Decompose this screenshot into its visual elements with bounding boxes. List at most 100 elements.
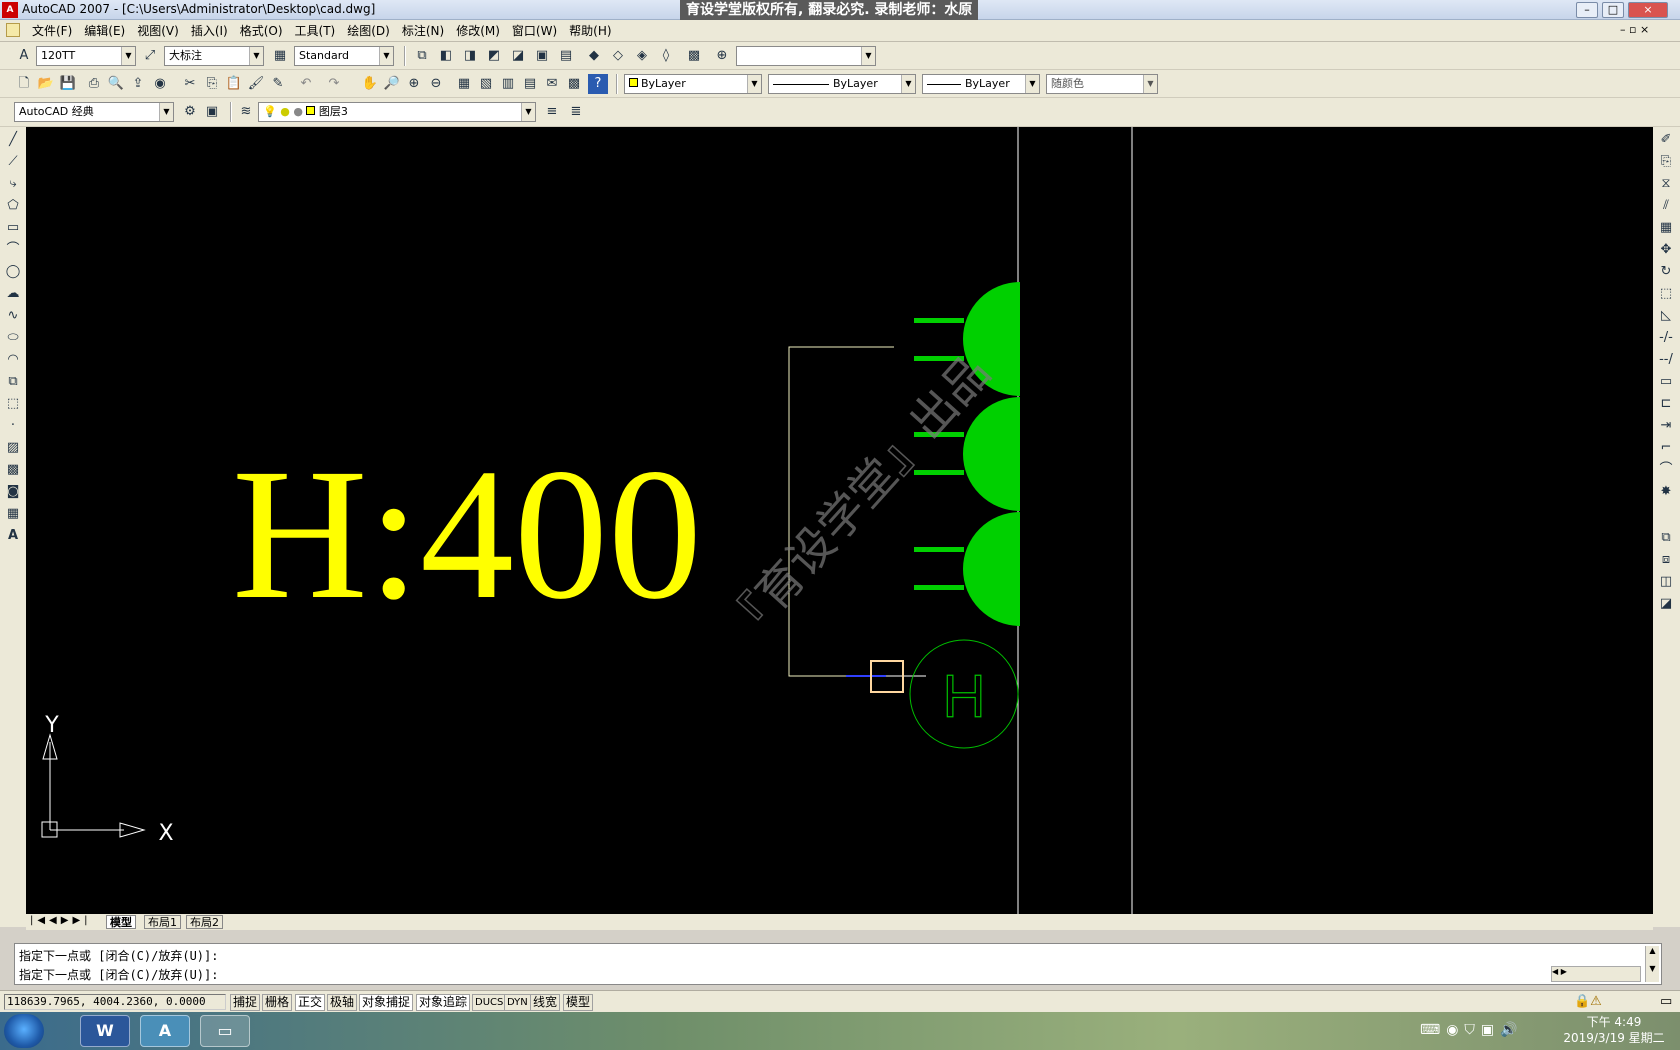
menu-file[interactable]: 文件(F) xyxy=(26,23,78,39)
nw-iso-icon[interactable]: ◊ xyxy=(656,46,676,66)
insert-block-icon[interactable]: ⧉ xyxy=(2,371,24,393)
mirror-icon[interactable]: ⧖ xyxy=(1655,173,1677,195)
menu-edit[interactable]: 编辑(E) xyxy=(78,23,131,39)
document-icon[interactable] xyxy=(6,23,20,37)
dyn-toggle[interactable]: DYN xyxy=(504,994,531,1011)
lineweight-select[interactable]: ByLayer ▼ xyxy=(922,74,1040,94)
markup-icon[interactable]: ✉ xyxy=(542,74,562,94)
ne-iso-icon[interactable]: ◈ xyxy=(632,46,652,66)
autocad-app-icon[interactable]: A xyxy=(2,2,18,18)
table-style-icon[interactable]: ▦ xyxy=(270,46,290,66)
draworder-front-icon[interactable]: ⧉ xyxy=(1655,527,1677,549)
view-select[interactable]: ▼ xyxy=(736,46,876,66)
draworder-above-icon[interactable]: ◫ xyxy=(1655,571,1677,593)
layer-previous-icon[interactable]: ≣ xyxy=(566,102,586,122)
redo-icon[interactable]: ↷ xyxy=(324,74,344,94)
match-properties-icon[interactable]: 🖌 xyxy=(246,74,266,94)
calculator-icon[interactable]: ▩ xyxy=(564,74,584,94)
scale-icon[interactable]: ⬚ xyxy=(1655,283,1677,305)
extend-icon[interactable]: --/ xyxy=(1655,349,1677,371)
workspace-save-icon[interactable]: ▣ xyxy=(202,102,222,122)
join-icon[interactable]: ⇥ xyxy=(1655,415,1677,437)
multiline-text-icon[interactable]: A xyxy=(2,525,24,547)
dim-style-icon[interactable]: ⤢ xyxy=(140,46,160,66)
new-file-icon[interactable]: 🗋 xyxy=(14,74,34,94)
move-icon[interactable]: ✥ xyxy=(1655,239,1677,261)
grid-toggle[interactable]: 栅格 xyxy=(262,994,293,1011)
layer-manager-icon[interactable]: ≋ xyxy=(236,102,256,122)
preview-icon[interactable]: 🔍 xyxy=(106,74,126,94)
taskbar-autocad[interactable]: A xyxy=(140,1015,190,1047)
clean-screen-icon[interactable]: ▭ xyxy=(1660,994,1672,1009)
line-icon[interactable]: ╱ xyxy=(2,129,24,151)
copy-object-icon[interactable]: ⎘ xyxy=(1655,151,1677,173)
make-block-icon[interactable]: ⬚ xyxy=(2,393,24,415)
undo-icon[interactable]: ↶ xyxy=(296,74,316,94)
text-style-select[interactable]: 120TT ▼ xyxy=(36,46,136,66)
zoom-window-icon[interactable]: ⊕ xyxy=(404,74,424,94)
se-iso-icon[interactable]: ◇ xyxy=(608,46,628,66)
left-view-icon[interactable]: ◩ xyxy=(484,46,504,66)
offset-icon[interactable]: ⫽ xyxy=(1655,195,1677,217)
camera-icon[interactable]: ▩ xyxy=(684,46,704,66)
start-button[interactable] xyxy=(4,1014,44,1048)
fillet-icon[interactable]: ⌒ xyxy=(1655,459,1677,481)
back-view-icon[interactable]: ▤ xyxy=(556,46,576,66)
block-editor-icon[interactable]: ✎ xyxy=(268,74,288,94)
save-icon[interactable]: 💾 xyxy=(58,74,78,94)
print-icon[interactable]: ⎙ xyxy=(84,74,104,94)
help-icon[interactable]: ? xyxy=(588,74,608,94)
trim-icon[interactable]: -/- xyxy=(1655,327,1677,349)
gradient-icon[interactable]: ▩ xyxy=(2,459,24,481)
taskbar-explorer[interactable]: ▭ xyxy=(200,1015,250,1047)
sheet-set-icon[interactable]: ▤ xyxy=(520,74,540,94)
menu-insert[interactable]: 插入(I) xyxy=(185,23,234,39)
lock-icon[interactable]: 🔒⚠ xyxy=(1574,994,1602,1009)
cut-icon[interactable]: ✂ xyxy=(180,74,200,94)
ucs-icon[interactable]: ⊕ xyxy=(712,46,732,66)
doc-window-controls[interactable]: – ▫ × xyxy=(1620,23,1649,36)
tool-palettes-icon[interactable]: ▥ xyxy=(498,74,518,94)
system-tray-icons[interactable]: ⌨◉⛉▣🔊 xyxy=(1420,1022,1524,1038)
model-space-canvas[interactable]: H H:400 『育设学堂』出品 Y X xyxy=(26,127,1653,914)
polyline-icon[interactable]: ⤷ xyxy=(2,173,24,195)
pan-icon[interactable]: ✋ xyxy=(360,74,380,94)
draworder-under-icon[interactable]: ◪ xyxy=(1655,593,1677,615)
top-view-icon[interactable]: ◧ xyxy=(436,46,456,66)
ortho-toggle[interactable]: 正交 xyxy=(295,994,326,1011)
chamfer-icon[interactable]: ⌐ xyxy=(1655,437,1677,459)
command-scrollbar[interactable]: ▲ ▼ xyxy=(1645,946,1659,982)
region-icon[interactable]: ◙ xyxy=(2,481,24,503)
otrack-toggle[interactable]: 对象追踪 xyxy=(416,994,471,1011)
plotstyle-select[interactable]: 随颜色 ▼ xyxy=(1046,74,1158,94)
bottom-view-icon[interactable]: ◨ xyxy=(460,46,480,66)
design-center-icon[interactable]: ▧ xyxy=(476,74,496,94)
open-file-icon[interactable]: 📂 xyxy=(36,74,56,94)
tab-model[interactable]: 模型 xyxy=(106,915,136,929)
osnap-toggle[interactable]: 对象捕捉 xyxy=(359,994,414,1011)
command-window[interactable]: 指定下一点或 [闭合(C)/放弃(U)]: 指定下一点或 [闭合(C)/放弃(U… xyxy=(14,943,1662,985)
lineweight-toggle[interactable]: 线宽 xyxy=(530,994,561,1011)
front-view-icon[interactable]: ▣ xyxy=(532,46,552,66)
hatch-icon[interactable]: ▨ xyxy=(2,437,24,459)
rotate-icon[interactable]: ↻ xyxy=(1655,261,1677,283)
circle-icon[interactable]: ◯ xyxy=(2,261,24,283)
command-prompt-line[interactable]: 指定下一点或 [闭合(C)/放弃(U)]: xyxy=(19,966,218,983)
coordinate-readout[interactable]: 118639.7965, 4004.2360, 0.0000 xyxy=(4,994,226,1010)
menu-tools[interactable]: 工具(T) xyxy=(289,23,342,39)
maximize-button[interactable]: □ xyxy=(1602,2,1624,18)
copy-icon[interactable]: ⎘ xyxy=(202,74,222,94)
workspace-settings-icon[interactable]: ⚙ xyxy=(180,102,200,122)
model-toggle[interactable]: 模型 xyxy=(563,994,594,1011)
polygon-icon[interactable]: ⬠ xyxy=(2,195,24,217)
tab-layout1[interactable]: 布局1 xyxy=(144,915,181,929)
polar-toggle[interactable]: 极轴 xyxy=(327,994,358,1011)
menu-window[interactable]: 窗口(W) xyxy=(506,23,563,39)
workspace-select[interactable]: AutoCAD 经典 ▼ xyxy=(14,102,174,122)
spline-icon[interactable]: ∿ xyxy=(2,305,24,327)
tab-layout2[interactable]: 布局2 xyxy=(186,915,223,929)
taskbar-clock[interactable]: 下午 4:49 2019/3/19 星期二 xyxy=(1550,1014,1678,1048)
erase-icon[interactable]: ✐ xyxy=(1655,129,1677,151)
point-icon[interactable]: · xyxy=(2,415,24,437)
sw-iso-icon[interactable]: ◆ xyxy=(584,46,604,66)
